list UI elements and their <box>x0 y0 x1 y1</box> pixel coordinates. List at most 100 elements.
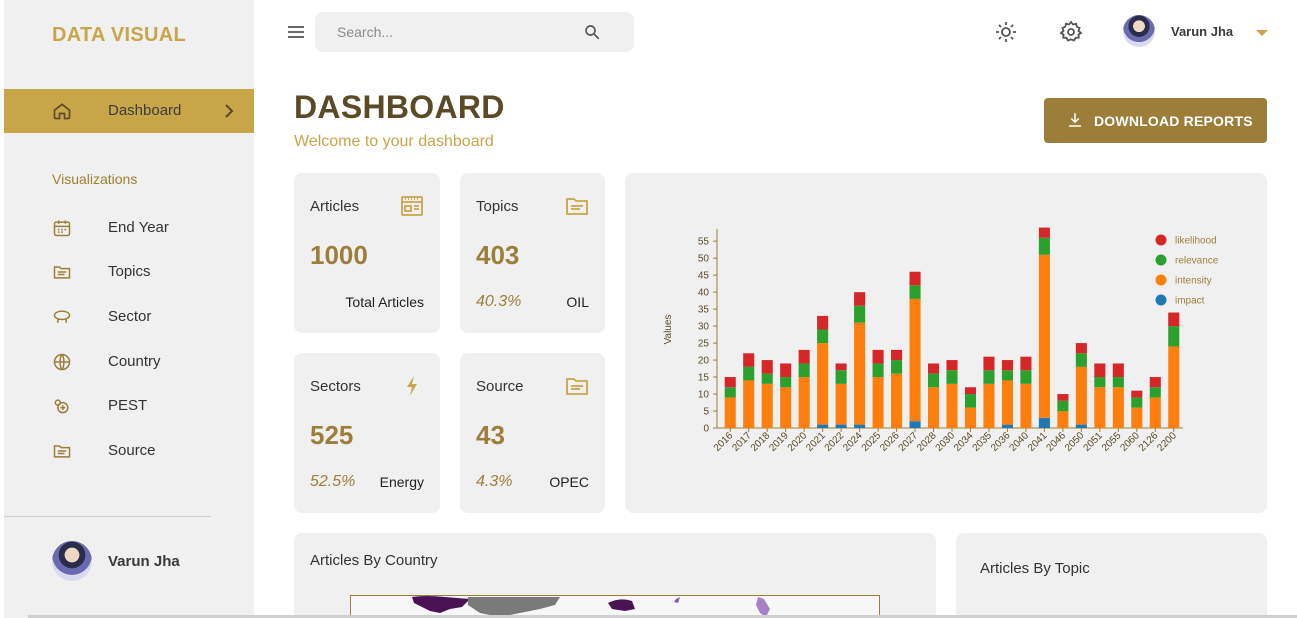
panel-title: Articles By Country <box>310 552 438 569</box>
home-icon <box>53 103 71 120</box>
bar-segment-relevance <box>761 373 773 384</box>
pest-icon <box>54 399 69 414</box>
x-tick-label: 2024 <box>841 430 865 454</box>
topbar-user[interactable]: Varun Jha <box>1123 15 1233 47</box>
bar-segment-likelihood <box>817 315 829 330</box>
bar-segment-intensity <box>1057 411 1069 428</box>
bar-segment-relevance <box>780 377 792 388</box>
x-tick-label: 2055 <box>1100 430 1124 454</box>
bar-segment-relevance <box>1149 387 1161 398</box>
bar-segment-likelihood <box>1094 363 1106 378</box>
x-tick-label: 2034 <box>952 430 976 454</box>
sidebar-item-label: Country <box>108 353 161 370</box>
bar-segment-likelihood <box>835 363 847 371</box>
sidebar-user[interactable]: Varun Jha <box>52 541 180 581</box>
sidebar-item-topics[interactable]: Topics <box>4 257 254 287</box>
stacked-bar-chart: 0510152025303540455055Values201620172018… <box>663 227 1219 454</box>
sidebar-item-label: Source <box>108 442 156 459</box>
y-axis-label: Values <box>663 315 674 345</box>
folder-icon <box>566 378 588 395</box>
gear-icon[interactable] <box>1059 20 1083 44</box>
y-tick-label: 30 <box>698 322 710 333</box>
bar-segment-intensity <box>1131 407 1143 428</box>
x-tick-label: 2018 <box>749 430 773 454</box>
x-tick-label: 2126 <box>1137 430 1161 454</box>
bar-segment-likelihood <box>743 353 755 367</box>
bar-segment-relevance <box>909 285 921 299</box>
bar-segment-likelihood <box>761 360 773 374</box>
menu-icon[interactable] <box>286 24 306 40</box>
sidebar-item-pest[interactable]: PEST <box>4 391 254 421</box>
sun-icon[interactable] <box>994 20 1018 44</box>
x-tick-label: 2017 <box>730 430 754 454</box>
bar-segment-relevance <box>927 373 940 388</box>
sidebar-item-label: Sector <box>108 308 152 325</box>
bar-segment-intensity <box>743 380 755 428</box>
search-icon[interactable] <box>583 23 601 41</box>
y-tick-label: 55 <box>698 237 710 248</box>
bar-segment-intensity <box>1168 346 1180 428</box>
sidebar-item-dashboard[interactable]: Dashboard <box>4 89 254 133</box>
stat-card-articles: Articles 1000 Total Articles <box>294 173 440 333</box>
stat-card-percent: 40.3% <box>476 293 522 310</box>
bar-segment-relevance <box>854 305 866 323</box>
search-input[interactable] <box>337 22 577 42</box>
bar-segment-likelihood <box>1075 343 1087 354</box>
sidebar-item-label: Dashboard <box>108 102 182 119</box>
stat-card-note: OIL <box>566 294 589 310</box>
lightning-icon <box>407 376 417 396</box>
stat-card-note: Energy <box>379 474 424 490</box>
chevron-down-icon[interactable] <box>1256 30 1268 36</box>
bar-segment-relevance <box>1131 397 1143 408</box>
bar-segment-likelihood <box>780 363 792 378</box>
avatar <box>52 541 92 581</box>
bar-segment-relevance <box>891 360 903 374</box>
bar-segment-intensity <box>891 373 903 428</box>
articles-by-country-panel: Articles By Country <box>294 533 936 618</box>
y-tick-label: 20 <box>698 356 710 367</box>
sidebar-item-sector[interactable]: Sector <box>4 302 254 332</box>
topbar-user-name: Varun Jha <box>1171 24 1234 39</box>
x-tick-label: 2051 <box>1081 430 1105 454</box>
calendar-icon <box>53 220 71 237</box>
chevron-right-icon <box>225 104 234 118</box>
sidebar-item-label: PEST <box>108 397 148 414</box>
bar-segment-likelihood <box>1112 363 1124 378</box>
bar-segment-intensity <box>927 387 940 428</box>
x-tick-label: 2060 <box>1118 430 1142 454</box>
bar-segment-likelihood <box>927 363 940 374</box>
bar-segment-impact <box>835 424 847 428</box>
legend-swatch-intensity <box>1155 274 1167 286</box>
bar-segment-likelihood <box>1131 390 1143 398</box>
x-tick-label: 2200 <box>1155 430 1179 454</box>
sidebar-item-end-year[interactable]: End Year <box>4 213 254 243</box>
bar-segment-likelihood <box>891 349 903 361</box>
sidebar-item-label: End Year <box>108 219 169 236</box>
download-icon <box>1069 113 1081 127</box>
bar-segment-likelihood <box>1038 227 1050 238</box>
y-tick-label: 50 <box>698 254 710 265</box>
x-tick-label: 2030 <box>934 430 958 454</box>
sector-icon <box>53 310 71 323</box>
bar-segment-likelihood <box>909 271 921 286</box>
sidebar-item-source[interactable]: Source <box>4 436 254 466</box>
bar-segment-relevance <box>872 363 884 378</box>
bar-segment-intensity <box>964 407 977 428</box>
bar-segment-likelihood <box>1168 312 1180 327</box>
y-tick-label: 25 <box>698 339 710 350</box>
bar-segment-relevance <box>1075 353 1087 367</box>
stat-card-value: 525 <box>310 420 354 450</box>
legend-label: relevance <box>1175 256 1219 267</box>
stacked-bar-chart-card: 0 5 10 15 20 25 30 35 40 45 50 55 Values 2016 2017 2018… <box>625 173 1267 513</box>
x-tick-label: 2035 <box>971 430 995 454</box>
x-tick-label: 2036 <box>989 430 1013 454</box>
sidebar-item-country[interactable]: Country <box>4 347 254 377</box>
x-tick-label: 2016 <box>712 430 736 454</box>
bar-segment-relevance <box>1001 370 1013 381</box>
stat-card-title: Topics <box>476 198 519 215</box>
bar-segment-relevance <box>817 329 829 344</box>
brand-logo: DATA VISUAL <box>52 24 187 46</box>
download-reports-button[interactable]: DOWNLOAD REPORTS <box>1044 98 1267 143</box>
stat-card-value: 1000 <box>310 240 368 270</box>
bar-segment-intensity <box>817 343 829 425</box>
